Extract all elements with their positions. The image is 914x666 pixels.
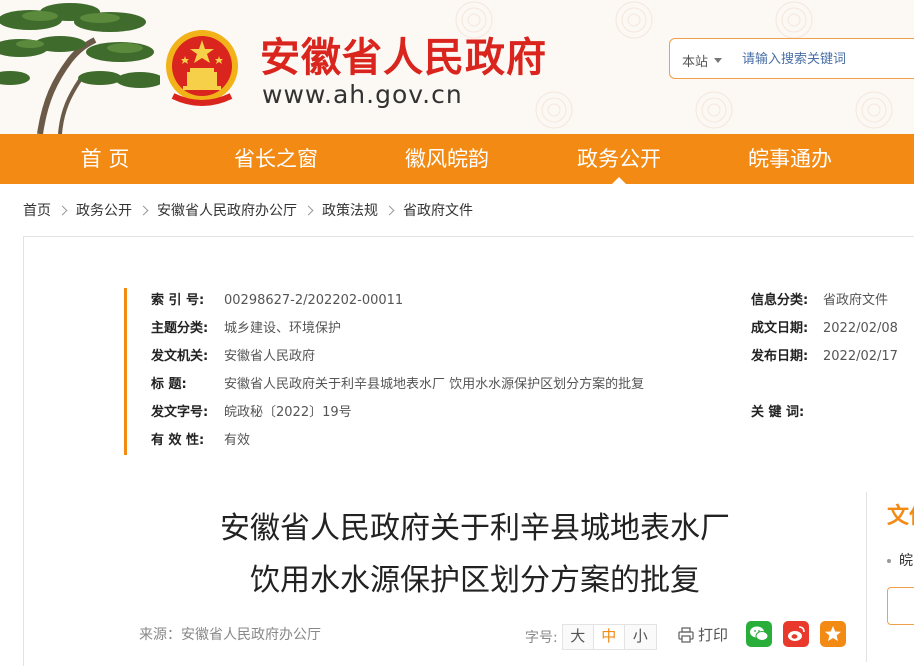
nav-item-affairs[interactable]: 政务公开	[569, 134, 669, 184]
national-emblem-icon	[166, 30, 238, 106]
nav-item-culture[interactable]: 徽风皖韵	[397, 134, 497, 184]
chevron-right-icon	[57, 205, 68, 215]
side-panel-item[interactable]: 皖	[887, 550, 913, 570]
breadcrumb-home[interactable]: 首页	[23, 200, 51, 220]
meta-label: 有 效 性:	[151, 433, 205, 448]
bullet-icon	[887, 559, 891, 563]
search-scope-select[interactable]: 本站	[682, 51, 723, 70]
star-icon	[825, 626, 841, 641]
nav-item-home[interactable]: 首 页	[55, 134, 155, 184]
print-label: 打印	[698, 626, 729, 644]
meta-value: 安徽省人民政府关于利辛县城地表水厂 饮用水水源保护区划分方案的批复	[224, 377, 645, 392]
document-metadata: 索 引 号: 00298627-2/202202-00011 信息分类: 省政府…	[124, 288, 904, 455]
meta-label: 主题分类:	[151, 321, 209, 336]
nav-item-governor[interactable]: 省长之窗	[226, 134, 326, 184]
font-size-label: 字号:	[525, 630, 558, 646]
meta-label: 标 题:	[151, 377, 187, 392]
breadcrumb-affairs[interactable]: 政务公开	[76, 200, 132, 220]
meta-label: 发布日期:	[751, 349, 809, 364]
font-size-medium-button[interactable]: 中	[593, 625, 625, 649]
side-panel-item-label: 皖	[899, 553, 913, 569]
side-panel-title: 文件	[887, 504, 914, 529]
site-header: 安徽省人民政府 www.ah.gov.cn 本站	[0, 0, 914, 134]
meta-value: 00298627-2/202202-00011	[224, 293, 404, 308]
meta-label: 发文字号:	[151, 405, 209, 420]
chevron-right-icon	[138, 205, 149, 215]
site-url: www.ah.gov.cn	[262, 80, 463, 109]
pine-tree-image	[0, 3, 160, 134]
weibo-icon	[788, 626, 805, 641]
breadcrumb-office[interactable]: 安徽省人民政府办公厅	[157, 200, 297, 220]
document-title: 安徽省人民政府关于利辛县城地表水厂 饮用水水源保护区划分方案的批复	[150, 503, 800, 607]
font-size-small-button[interactable]: 小	[624, 625, 656, 649]
search-box: 本站	[669, 38, 914, 79]
meta-value: 2022/02/08	[823, 321, 898, 336]
font-size-control: 字号: 大 中 小	[525, 624, 657, 650]
meta-value: 省政府文件	[823, 293, 889, 308]
document-source: 来源：安徽省人民政府办公厅	[139, 627, 321, 643]
chevron-right-icon	[303, 205, 314, 215]
share-favorite-button[interactable]	[820, 621, 846, 647]
meta-value: 2022/02/17	[823, 349, 898, 364]
document-title-line: 饮用水水源保护区划分方案的批复	[250, 563, 700, 598]
font-size-large-button[interactable]: 大	[562, 625, 594, 649]
main-nav: 首 页 省长之窗 徽风皖韵 政务公开 皖事通办	[0, 134, 914, 184]
chevron-down-icon	[714, 58, 723, 63]
meta-value: 安徽省人民政府	[224, 349, 316, 364]
meta-label: 成文日期:	[751, 321, 809, 336]
nav-item-services[interactable]: 皖事通办	[740, 134, 840, 184]
chevron-right-icon	[384, 205, 395, 215]
share-weibo-button[interactable]	[783, 621, 809, 647]
search-input[interactable]	[742, 48, 914, 70]
meta-label: 关 键 词:	[751, 405, 805, 420]
share-wechat-button[interactable]	[746, 621, 772, 647]
search-scope-label: 本站	[682, 55, 709, 70]
meta-label: 信息分类:	[751, 293, 809, 308]
breadcrumb: 首页 政务公开 安徽省人民政府办公厅 政策法规 省政府文件	[23, 199, 473, 221]
print-button[interactable]: 打印	[678, 624, 728, 645]
meta-value: 皖政秘〔2022〕19号	[224, 405, 352, 420]
document-title-line: 安徽省人民政府关于利辛县城地表水厂	[220, 511, 730, 546]
printer-icon	[678, 626, 694, 643]
breadcrumb-policy[interactable]: 政策法规	[322, 200, 378, 220]
meta-value: 有效	[224, 433, 251, 448]
meta-label: 索 引 号:	[151, 293, 205, 308]
side-panel-box[interactable]	[887, 587, 914, 625]
related-documents-panel: 文件 皖	[866, 492, 914, 662]
meta-value: 城乡建设、环境保护	[224, 321, 342, 336]
site-title: 安徽省人民政府	[260, 35, 547, 81]
wechat-icon	[750, 626, 769, 641]
meta-label: 发文机关:	[151, 349, 209, 364]
font-size-options: 大 中 小	[561, 624, 657, 650]
breadcrumb-documents[interactable]: 省政府文件	[403, 200, 473, 220]
